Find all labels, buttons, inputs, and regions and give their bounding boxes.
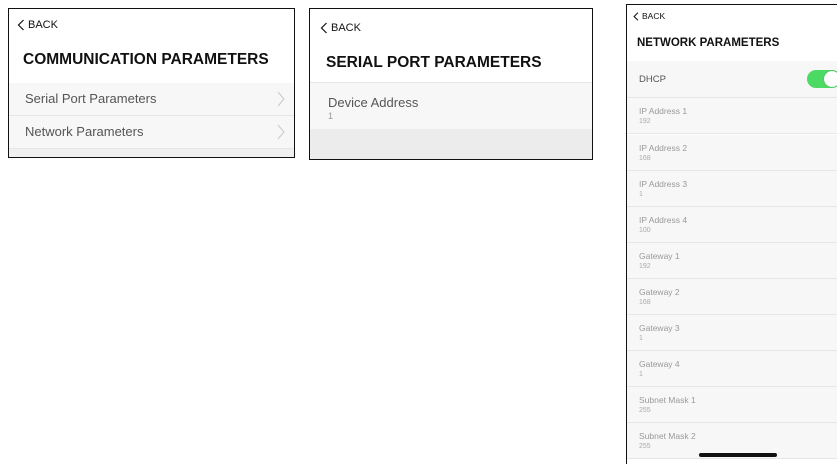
serial-port-parameters-panel: BACK SERIAL PORT PARAMETERS Device Addre… [309,8,593,160]
field-value: 255 [639,443,651,450]
field-value: 192 [639,263,651,270]
page-title: NETWORK PARAMETERS [637,37,780,49]
field-value: 168 [639,155,651,162]
list-footer [9,149,294,157]
chevron-left-icon [633,11,639,21]
field-value: 100 [639,227,651,234]
field-label: Subnet Mask 1 [639,395,696,405]
dhcp-label: DHCP [639,74,666,85]
chevron-left-icon [17,19,24,31]
field-value: 255 [639,407,651,414]
communication-parameters-panel: BACK COMMUNICATION PARAMETERS Serial Por… [8,8,295,158]
page-title: SERIAL PORT PARAMETERS [326,54,542,71]
field-label: Gateway 2 [639,287,680,297]
ip-address-2-field[interactable]: IP Address 2 168 [627,135,837,171]
list-footer [310,129,592,159]
field-value: 168 [639,299,651,306]
field-value: 1 [639,335,643,342]
field-label: Gateway 3 [639,323,680,333]
gateway-3-field[interactable]: Gateway 3 1 [627,315,837,351]
back-label: BACK [28,19,58,31]
home-indicator [699,453,777,457]
field-label: IP Address 3 [639,179,688,189]
back-button[interactable]: BACK [17,19,58,31]
ip-address-4-field[interactable]: IP Address 4 100 [627,207,837,243]
menu-item-label: Serial Port Parameters [25,91,157,106]
subnet-mask-1-field[interactable]: Subnet Mask 1 255 [627,387,837,423]
device-address-label: Device Address [328,95,419,110]
ip-address-3-field[interactable]: IP Address 3 1 [627,171,837,207]
toggle-knob [824,71,837,87]
ip-address-1-field[interactable]: IP Address 1 192 [627,98,837,134]
device-address-field[interactable]: Device Address 1 [310,82,592,130]
field-label: Gateway 1 [639,251,680,261]
device-address-value: 1 [328,111,334,121]
page-title: COMMUNICATION PARAMETERS [23,51,269,68]
back-button[interactable]: BACK [633,11,665,21]
field-label: Subnet Mask 2 [639,431,696,441]
field-value: 192 [639,118,651,125]
dhcp-row: DHCP [627,61,837,98]
back-button[interactable]: BACK [320,22,361,34]
chevron-left-icon [320,22,327,34]
menu-item-serial-port-parameters[interactable]: Serial Port Parameters [9,83,294,116]
field-label: IP Address 4 [639,215,688,225]
gateway-2-field[interactable]: Gateway 2 168 [627,279,837,315]
menu-item-label: Network Parameters [25,124,144,139]
field-label: IP Address 1 [639,106,688,116]
field-value: 1 [639,191,643,198]
network-parameters-panel: BACK NETWORK PARAMETERS DHCP IP Address … [626,4,837,464]
field-label: IP Address 2 [639,143,688,153]
field-label: Gateway 4 [639,359,680,369]
back-label: BACK [642,11,666,21]
chevron-right-icon [277,91,285,107]
chevron-right-icon [277,124,285,140]
dhcp-toggle[interactable] [807,70,837,88]
gateway-1-field[interactable]: Gateway 1 192 [627,243,837,279]
gateway-4-field[interactable]: Gateway 4 1 [627,351,837,387]
menu-item-network-parameters[interactable]: Network Parameters [9,116,294,149]
back-label: BACK [331,22,361,34]
field-value: 1 [639,371,643,378]
